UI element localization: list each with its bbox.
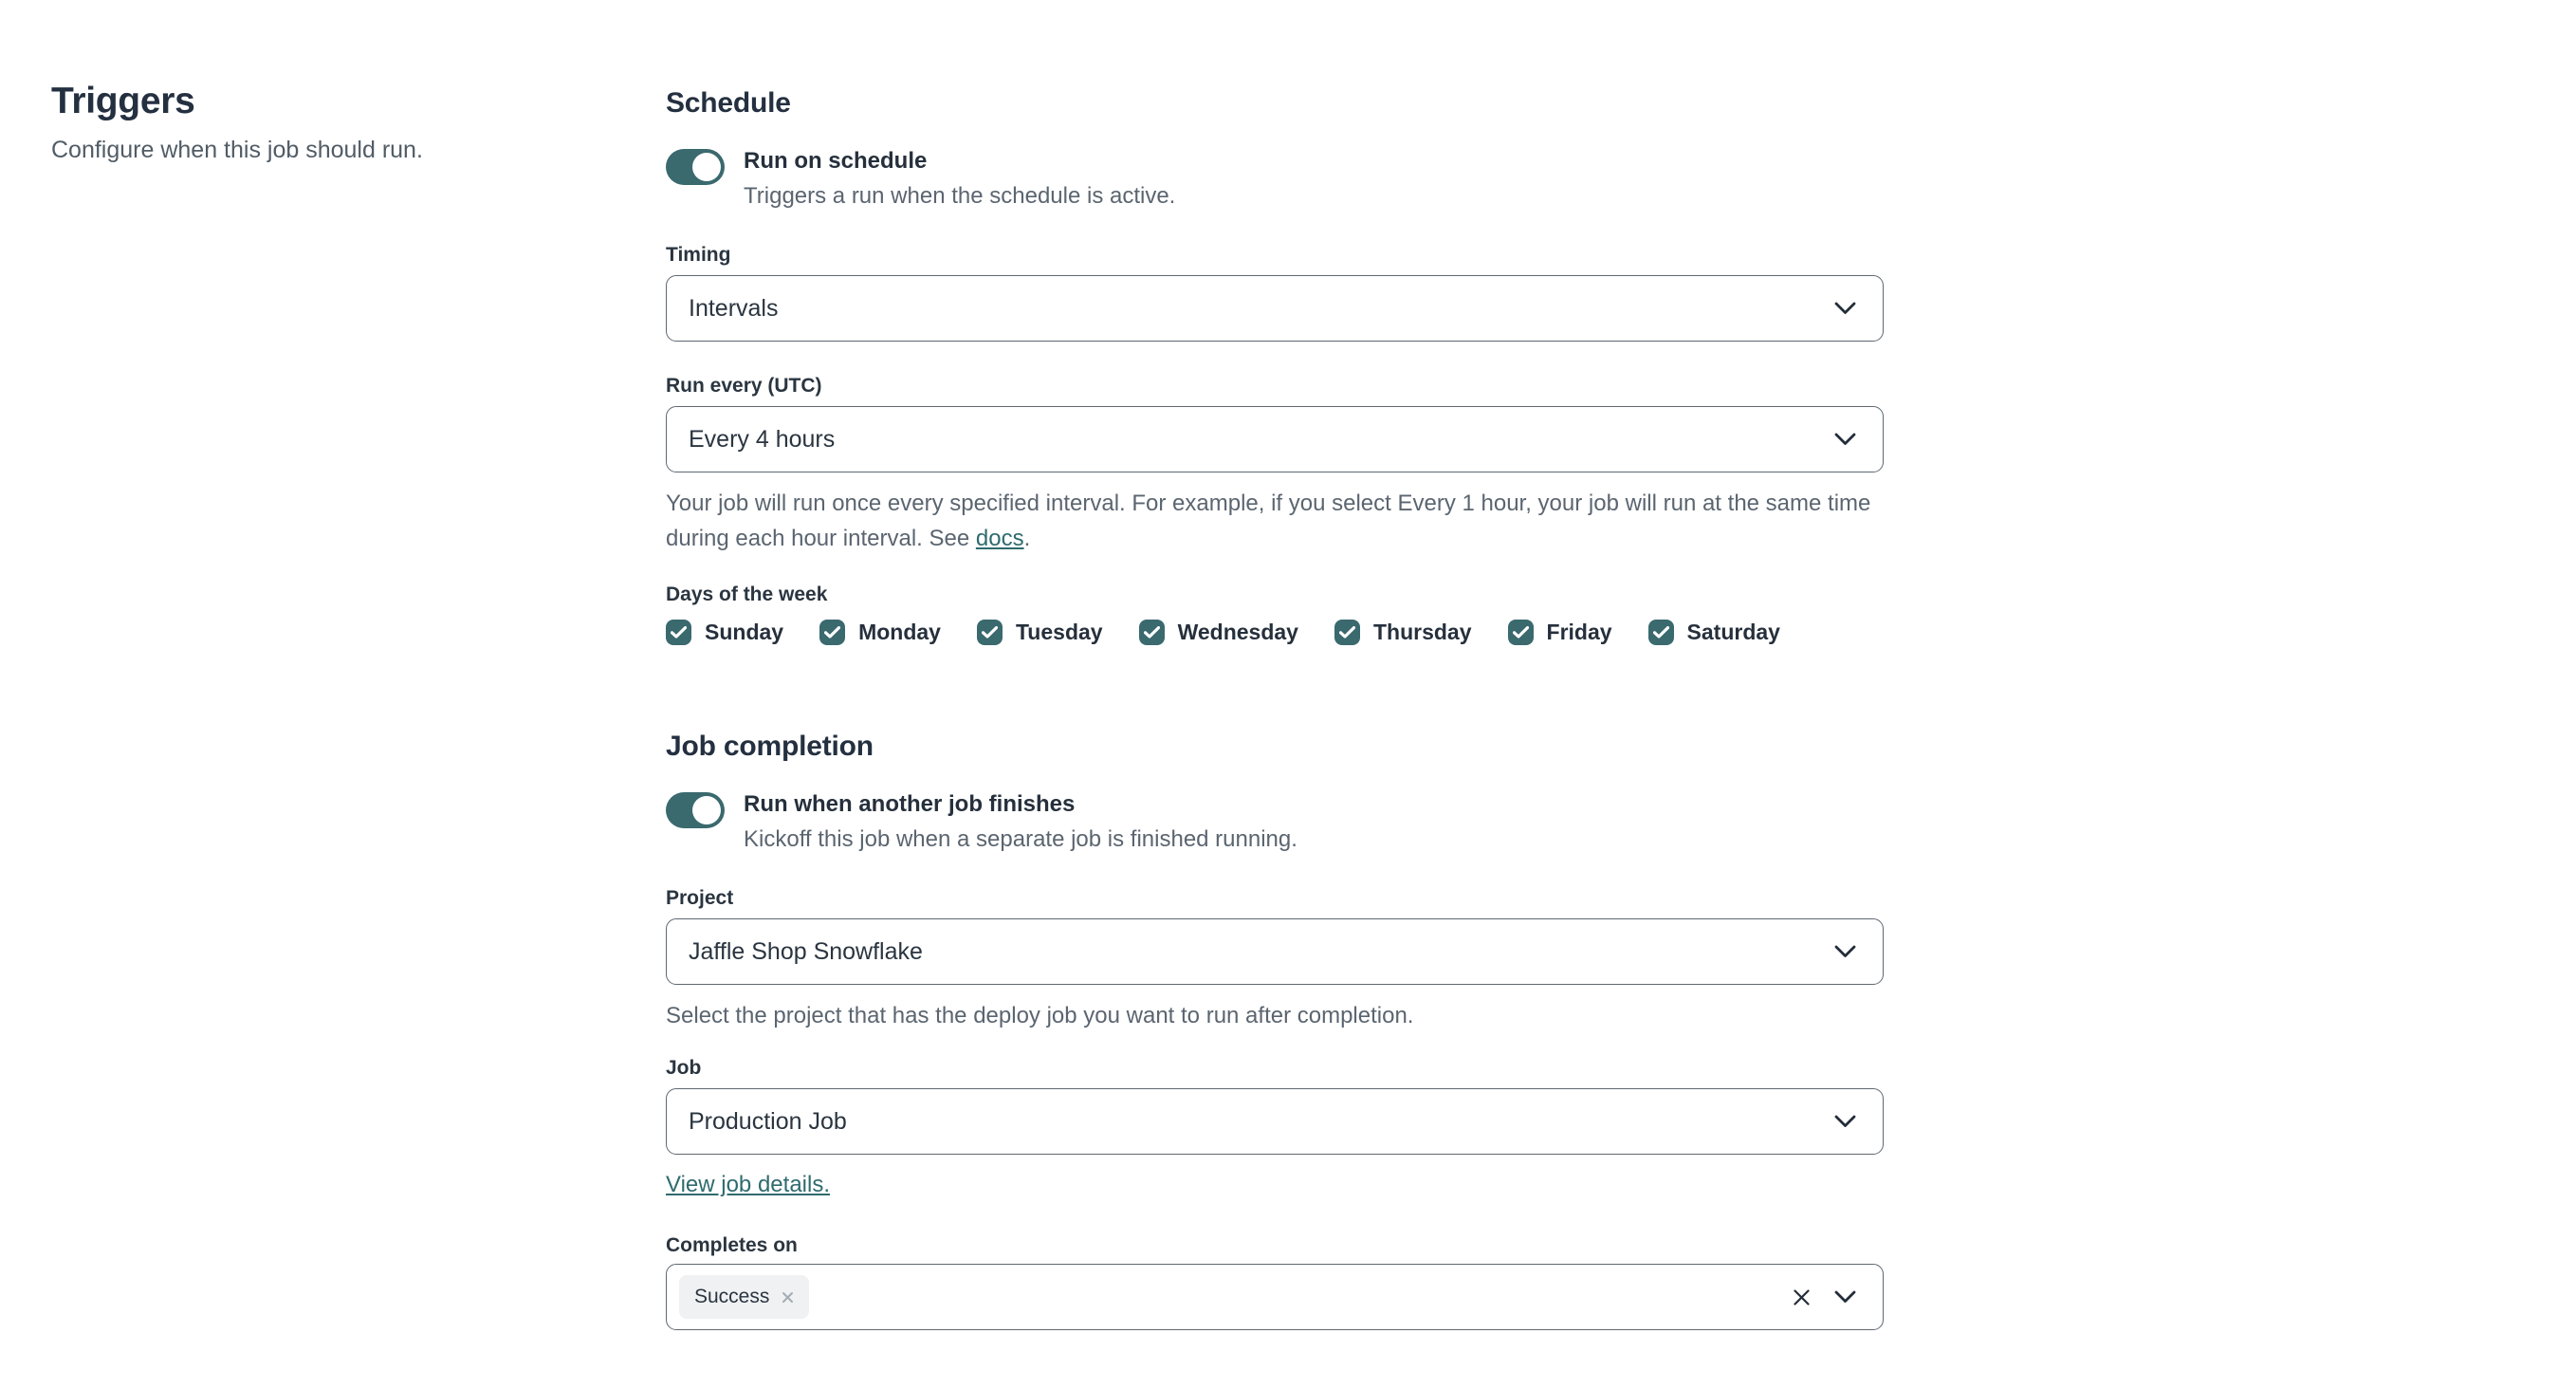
- checkbox-checked-icon: [1334, 620, 1360, 645]
- day-checkbox-wednesday[interactable]: Wednesday: [1138, 620, 1298, 645]
- checkbox-checked-icon: [1138, 620, 1165, 645]
- run-on-schedule-toggle[interactable]: [666, 149, 725, 185]
- run-on-schedule-row: Run on schedule Triggers a run when the …: [666, 147, 1884, 211]
- chip-label: Success: [694, 1286, 770, 1307]
- days-of-week-field: Days of the week Sunday Monday Tuesday W…: [666, 583, 1884, 645]
- job-select-value: Production Job: [689, 1107, 847, 1135]
- day-checkbox-monday[interactable]: Monday: [819, 620, 941, 645]
- run-when-finishes-toggle[interactable]: [666, 792, 725, 828]
- job-select[interactable]: Production Job: [666, 1088, 1884, 1155]
- checkbox-checked-icon: [666, 620, 691, 645]
- clear-selection-icon[interactable]: [1792, 1287, 1812, 1307]
- run-when-finishes-row: Run when another job finishes Kickoff th…: [666, 790, 1884, 854]
- run-on-schedule-description: Triggers a run when the schedule is acti…: [744, 183, 1176, 209]
- page-subtitle: Configure when this job should run.: [51, 137, 423, 163]
- selected-chip-success: Success: [679, 1275, 810, 1319]
- run-every-select[interactable]: Every 4 hours: [666, 406, 1884, 472]
- day-label: Friday: [1546, 620, 1612, 644]
- checkbox-checked-icon: [1507, 620, 1534, 645]
- view-job-details-link[interactable]: View job details.: [666, 1171, 830, 1199]
- days-of-week-label: Days of the week: [666, 583, 828, 605]
- toggle-knob-icon: [692, 796, 721, 824]
- day-label: Monday: [858, 620, 941, 644]
- day-checkbox-tuesday[interactable]: Tuesday: [976, 620, 1103, 645]
- day-label: Tuesday: [1015, 620, 1103, 644]
- chevron-down-icon: [1834, 945, 1856, 957]
- day-checkbox-sunday[interactable]: Sunday: [666, 620, 783, 645]
- day-label: Wednesday: [1177, 620, 1298, 644]
- chip-remove-icon[interactable]: [782, 1291, 794, 1304]
- checkbox-checked-icon: [1647, 620, 1674, 645]
- help-text-body: Your job will run once every specified i…: [666, 491, 1871, 551]
- help-text-suffix: .: [1023, 526, 1031, 551]
- left-column: Triggers Configure when this job should …: [0, 80, 666, 1330]
- run-every-help-text: Your job will run once every specified i…: [666, 486, 1884, 556]
- run-every-select-value: Every 4 hours: [689, 425, 836, 453]
- triggers-settings-page: Triggers Configure when this job should …: [0, 0, 2576, 1330]
- schedule-heading: Schedule: [666, 87, 791, 119]
- completes-on-multiselect[interactable]: Success: [666, 1264, 1884, 1330]
- project-select-value: Jaffle Shop Snowflake: [689, 937, 923, 965]
- timing-field: Timing Intervals: [666, 243, 1884, 342]
- settings-form: Schedule Run on schedule Triggers a run …: [666, 80, 1884, 1330]
- run-when-finishes-label: Run when another job finishes: [744, 791, 1076, 817]
- completes-on-field: Completes on Success: [666, 1233, 1884, 1330]
- job-field: Job Production Job View job details.: [666, 1056, 1884, 1199]
- timing-label: Timing: [666, 244, 731, 266]
- run-when-finishes-description: Kickoff this job when a separate job is …: [744, 826, 1297, 852]
- day-checkbox-saturday[interactable]: Saturday: [1647, 620, 1780, 645]
- run-every-label: Run every (UTC): [666, 375, 822, 397]
- day-checkbox-friday[interactable]: Friday: [1507, 620, 1612, 645]
- run-every-field: Run every (UTC) Every 4 hours Your job w…: [666, 374, 1884, 556]
- job-label: Job: [666, 1057, 702, 1079]
- checkbox-checked-icon: [819, 620, 846, 645]
- project-help-text: Select the project that has the deploy j…: [666, 1003, 1414, 1028]
- project-field: Project Jaffle Shop Snowflake Select the…: [666, 886, 1884, 1033]
- day-label: Sunday: [705, 620, 784, 644]
- days-of-week-row: Sunday Monday Tuesday Wednesday Thursday: [666, 620, 1884, 645]
- chevron-down-icon: [1834, 1290, 1856, 1303]
- project-label: Project: [666, 887, 734, 909]
- checkbox-checked-icon: [976, 620, 1003, 645]
- day-label: Saturday: [1686, 620, 1780, 644]
- docs-link[interactable]: docs: [976, 526, 1024, 551]
- day-label: Thursday: [1372, 620, 1472, 644]
- run-on-schedule-label: Run on schedule: [744, 148, 928, 174]
- timing-select-value: Intervals: [689, 294, 779, 322]
- completes-on-label: Completes on: [666, 1234, 798, 1256]
- job-completion-heading: Job completion: [666, 731, 874, 762]
- day-checkbox-thursday[interactable]: Thursday: [1334, 620, 1472, 645]
- chevron-down-icon: [1834, 302, 1856, 314]
- timing-select[interactable]: Intervals: [666, 275, 1884, 342]
- project-select[interactable]: Jaffle Shop Snowflake: [666, 918, 1884, 985]
- chevron-down-icon: [1834, 433, 1856, 445]
- toggle-knob-icon: [692, 153, 721, 181]
- chevron-down-icon: [1834, 1115, 1856, 1127]
- page-title: Triggers: [51, 81, 195, 121]
